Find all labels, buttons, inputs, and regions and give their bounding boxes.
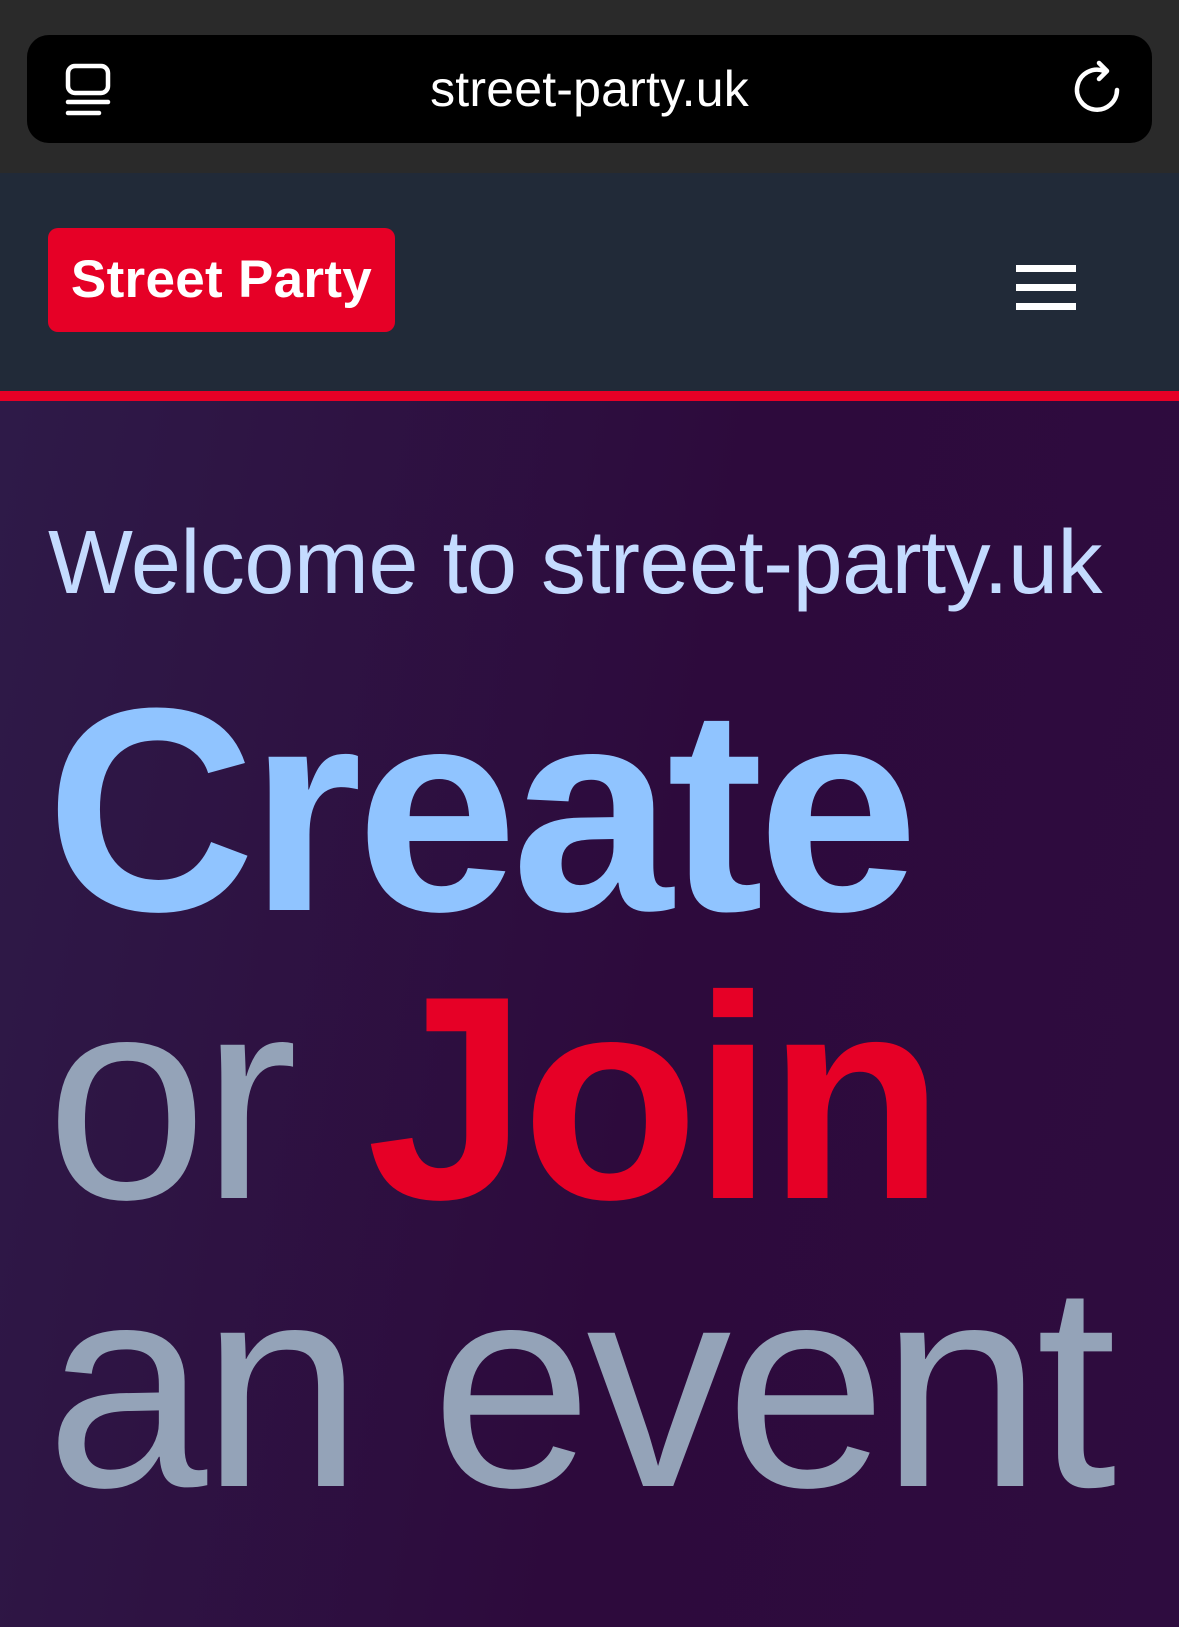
site-logo[interactable]: Street Party	[48, 228, 395, 332]
headline-word-or: or	[46, 936, 298, 1260]
hero-headline: Create or Join an event	[46, 665, 1117, 1531]
welcome-heading: Welcome to street-party.uk	[48, 513, 1103, 613]
menu-bar-bottom	[1016, 303, 1076, 310]
address-bar[interactable]: street-party.uk	[27, 35, 1152, 143]
url-text[interactable]: street-party.uk	[27, 35, 1152, 143]
header-accent-divider	[0, 391, 1179, 401]
headline-word-join: Join	[366, 936, 944, 1260]
browser-toolbar: street-party.uk	[0, 0, 1179, 173]
headline-line-3: an event	[46, 1241, 1117, 1531]
hamburger-menu-icon[interactable]	[1010, 259, 1078, 319]
headline-line-1: Create	[46, 665, 1111, 955]
reload-icon[interactable]	[1072, 60, 1122, 116]
headline-word-create: Create	[46, 648, 919, 972]
hero-section: Welcome to street-party.uk Create or Joi…	[0, 401, 1179, 1627]
menu-bar-top	[1016, 265, 1076, 272]
headline-line-2: or Join	[46, 953, 1111, 1243]
site-header: Street Party	[0, 173, 1179, 391]
menu-bar-middle	[1016, 284, 1076, 291]
headline-word-event: an event	[46, 1224, 1117, 1548]
